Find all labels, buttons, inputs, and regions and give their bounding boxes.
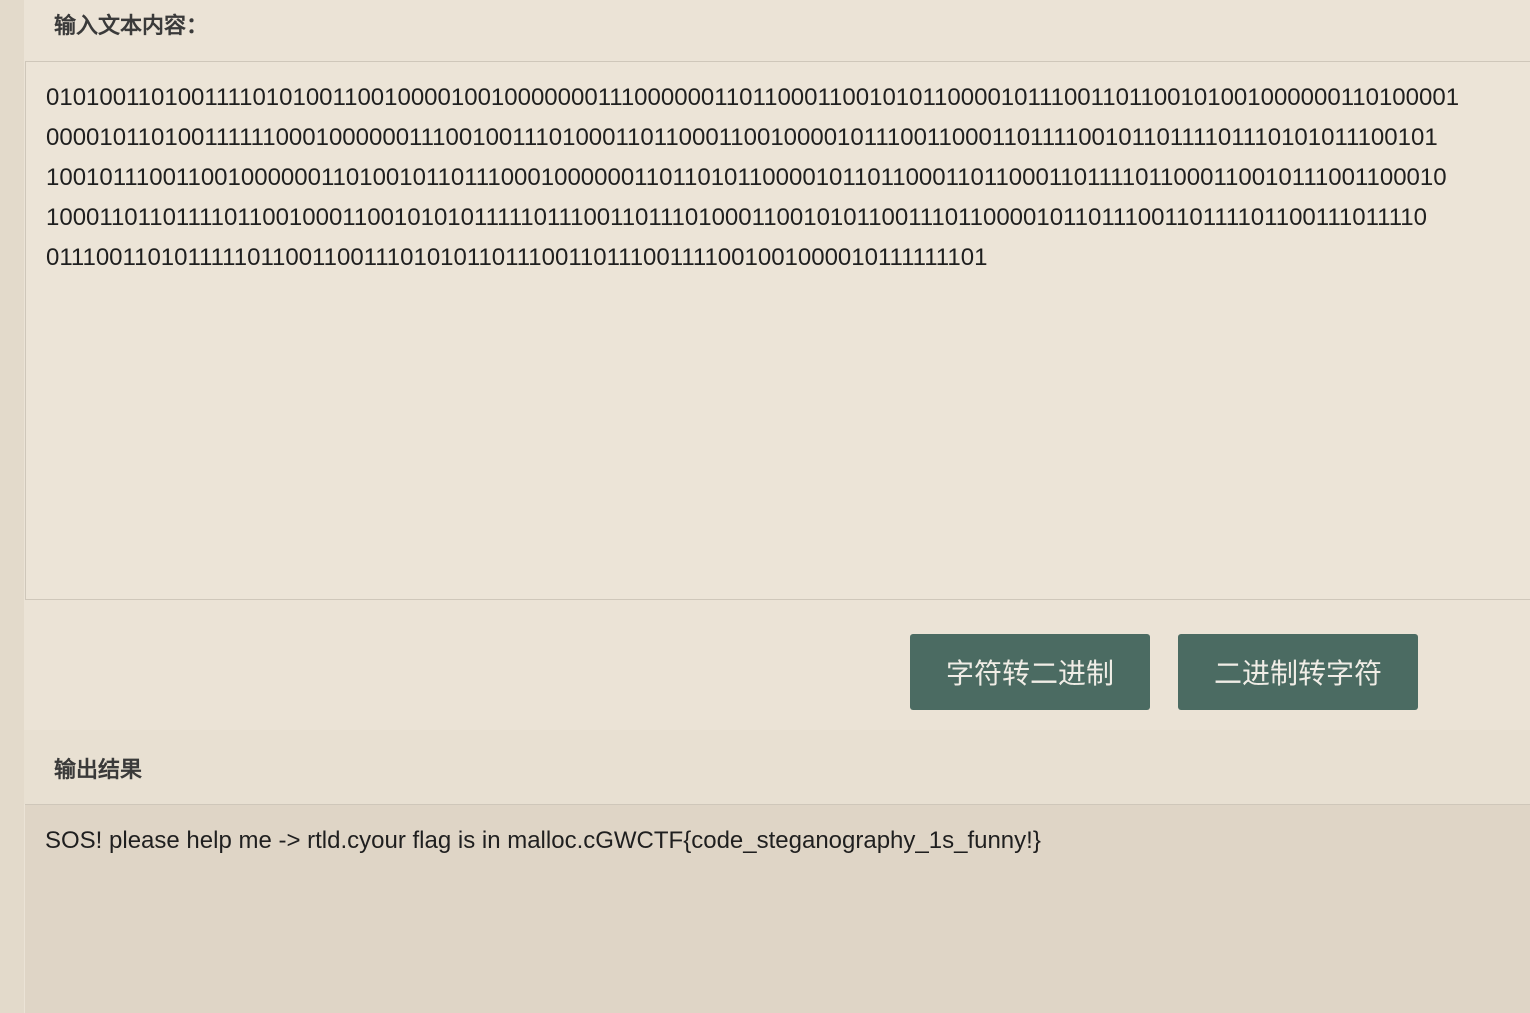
input-text: 0101001101001111010100110010000100100000…: [46, 84, 1460, 271]
output-label: 输出结果: [54, 758, 143, 783]
input-textarea[interactable]: 0101001101001111010100110010000100100000…: [25, 61, 1530, 600]
page: 输入文本内容： 01010011010011110101001100100001…: [0, 0, 1530, 1013]
binary-to-char-button[interactable]: 二进制转字符: [1178, 634, 1418, 710]
input-label: 输入文本内容：: [54, 14, 209, 39]
output-area[interactable]: SOS! please help me -> rtld.cyour flag i…: [25, 804, 1530, 1013]
char-to-binary-button[interactable]: 字符转二进制: [910, 634, 1150, 710]
left-strip: [0, 0, 24, 1013]
output-header: [24, 730, 1530, 804]
output-text: SOS! please help me -> rtld.cyour flag i…: [45, 827, 1041, 854]
